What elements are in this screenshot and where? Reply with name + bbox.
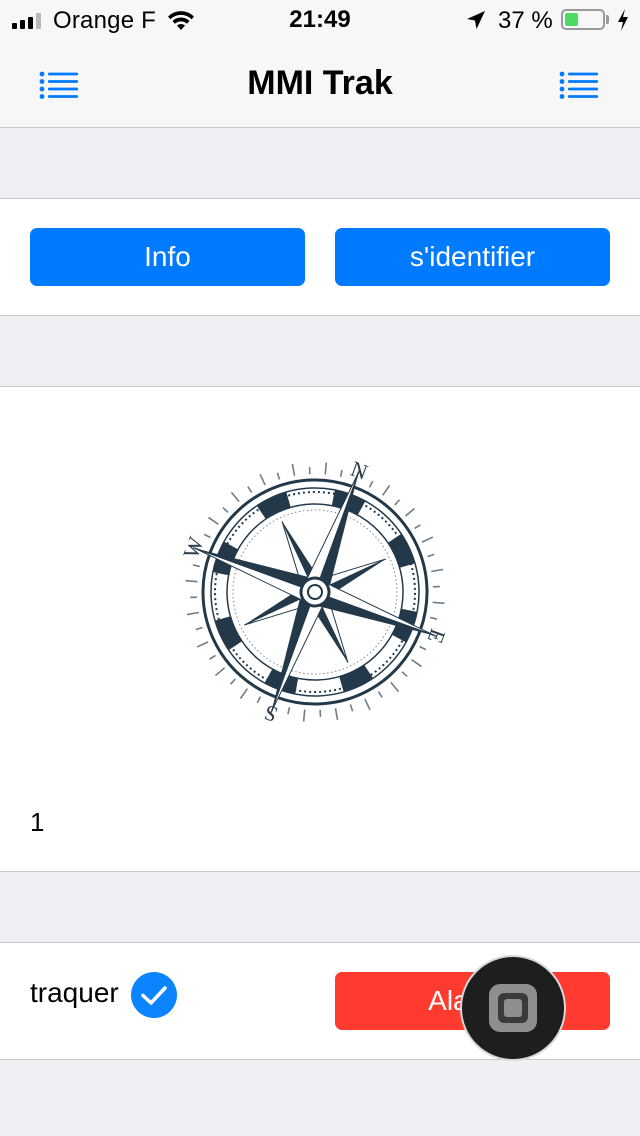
compass-tick (302, 709, 306, 722)
compass-section: S N E W 1 (0, 386, 640, 872)
compass-tick (319, 709, 322, 717)
compass-tick (431, 568, 444, 573)
battery-icon (561, 9, 605, 30)
compass-tick (390, 681, 400, 693)
compass-letter-n: N (348, 456, 372, 485)
compass-letter-e: E (423, 626, 451, 647)
compass-tick (432, 601, 445, 605)
compass-tick (209, 654, 216, 660)
compass-tick (291, 463, 296, 476)
counter-value: 1 (30, 807, 45, 837)
battery-nub (606, 15, 609, 24)
assistive-touch-icon (489, 984, 537, 1032)
compass-tick (334, 708, 339, 721)
compass-tick (192, 564, 200, 568)
info-button[interactable]: Info (30, 228, 305, 286)
compass-rose-icon: S N E W (178, 456, 451, 728)
compass-tick (222, 506, 229, 513)
actions-section: Info s'identifier (0, 198, 640, 316)
compass-tick (411, 659, 422, 668)
compass-tick (287, 707, 291, 715)
compass-tick (259, 473, 266, 486)
compass-tick (432, 585, 440, 588)
compass-tick (185, 579, 198, 583)
compass-tick (377, 691, 383, 698)
compass-tick (368, 480, 374, 488)
track-label: traquer (30, 977, 119, 1008)
compass-tick (214, 667, 226, 677)
charging-bolt-icon (618, 9, 628, 31)
compass-tick (339, 469, 343, 477)
login-button[interactable]: s'identifier (335, 228, 610, 286)
compass-tick (196, 641, 209, 648)
compass-tick (349, 704, 354, 712)
compass-tick (256, 696, 262, 704)
compass-tick (401, 671, 408, 678)
compass-tick (414, 524, 421, 530)
compass-ring-block (256, 492, 291, 520)
compass-tick (382, 485, 391, 496)
compass-letter-s: S (261, 700, 281, 728)
battery-percentage: 37 % (498, 7, 553, 34)
compass-tick (186, 611, 199, 616)
compass-tick (364, 698, 371, 711)
compass-tick (419, 645, 427, 651)
compass-tick (324, 462, 328, 475)
page-title: MMI Trak (247, 64, 393, 102)
checkmark-icon (141, 986, 167, 1005)
compass-tick (190, 596, 198, 599)
compass-tick (308, 467, 311, 475)
compass-tick (404, 507, 416, 517)
compass-tick (421, 536, 434, 543)
compass-tick (229, 678, 236, 685)
compass-tick (427, 553, 435, 558)
right-menu-list-icon[interactable] (558, 68, 602, 102)
compass-ring-block (215, 616, 243, 651)
track-checkbox[interactable] (131, 972, 177, 1018)
compass-tick (276, 472, 281, 480)
compass-ring-block (387, 533, 415, 568)
assistive-touch-button[interactable] (462, 957, 564, 1059)
compass-tick (203, 533, 211, 539)
navigation-bar: MMI Trak (0, 40, 640, 128)
compass-tick (208, 516, 219, 525)
compass-tick (239, 688, 248, 699)
compass-ring-block (339, 664, 374, 692)
location-arrow-icon (467, 11, 485, 29)
compass-tick (430, 616, 438, 620)
compass-tick (394, 499, 401, 506)
compass-tick (195, 626, 203, 631)
status-bar: Orange F 21:49 37 % (0, 0, 640, 40)
battery-level (565, 13, 578, 26)
compass-tick (247, 486, 253, 493)
compass-letter-w: W (178, 533, 209, 561)
compass-tick (230, 491, 240, 503)
